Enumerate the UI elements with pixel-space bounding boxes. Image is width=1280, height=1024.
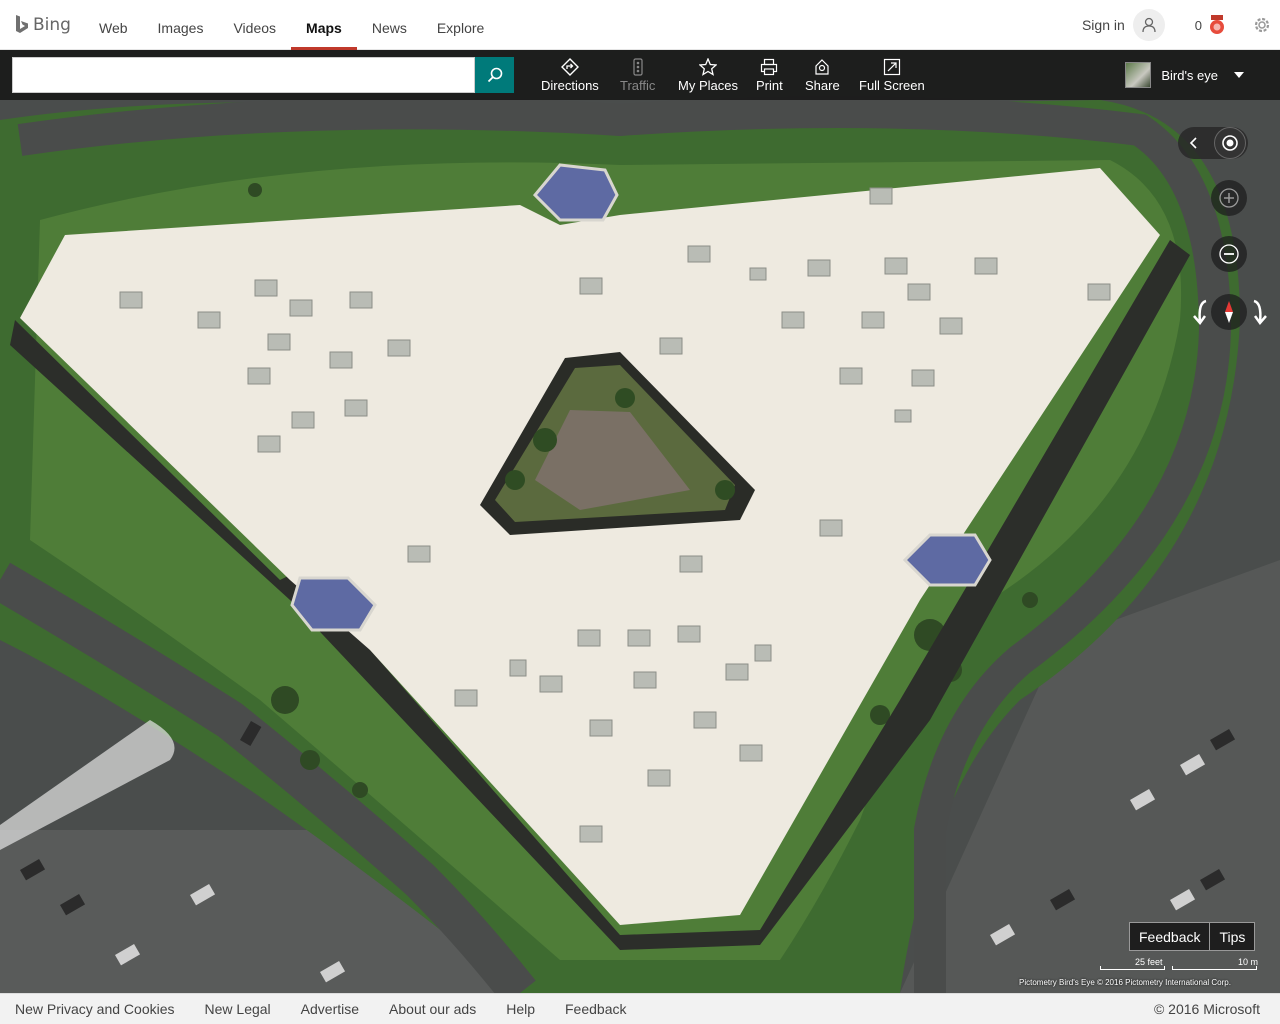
zoom-in-button[interactable] xyxy=(1211,180,1247,216)
search-icon xyxy=(487,67,502,83)
settings-gear-icon[interactable] xyxy=(1252,15,1272,35)
primary-nav: Web Images Videos Maps News Explore xyxy=(84,0,499,50)
bing-logo-icon xyxy=(16,15,28,33)
copyright: © 2016 Microsoft xyxy=(1153,1001,1260,1017)
bing-logo[interactable]: Bing xyxy=(15,14,71,36)
imagery-attribution: Pictometry Bird's Eye © 2016 Pictometry … xyxy=(1019,978,1231,987)
map-style-label: Bird's eye xyxy=(1161,67,1218,83)
directions-icon xyxy=(560,58,579,76)
brand-name: Bing xyxy=(33,15,71,35)
map-feedback-button[interactable]: Feedback xyxy=(1130,923,1209,950)
compass-button[interactable] xyxy=(1211,294,1247,330)
nav-maps[interactable]: Maps xyxy=(291,0,357,50)
directions-button[interactable]: Directions xyxy=(541,56,599,96)
print-button[interactable]: Print xyxy=(756,56,783,96)
user-icon xyxy=(1142,17,1156,33)
chevron-left-icon[interactable] xyxy=(1186,135,1202,151)
rotate-right-icon[interactable] xyxy=(1248,298,1272,326)
top-header: Bing Web Images Videos Maps News Explore… xyxy=(0,0,1280,50)
map-toolbar: Directions Traffic My Places Print Share xyxy=(0,50,1280,100)
star-icon xyxy=(698,58,717,76)
share-icon xyxy=(815,59,829,75)
rewards-count[interactable]: 0 xyxy=(1195,18,1202,33)
map-style-selector[interactable]: Bird's eye xyxy=(1125,62,1244,88)
footer-privacy-link[interactable]: New Privacy and Cookies xyxy=(15,1001,175,1017)
minus-icon xyxy=(1219,244,1239,264)
footer-feedback-link[interactable]: Feedback xyxy=(565,1001,626,1017)
locate-me-button[interactable] xyxy=(1214,127,1246,159)
feedback-tips-bar: Feedback Tips xyxy=(1129,922,1256,951)
scale-meters-bar xyxy=(1172,966,1257,970)
full-screen-button[interactable]: Full Screen xyxy=(859,56,925,96)
directions-label: Directions xyxy=(541,78,599,93)
search-button[interactable] xyxy=(475,57,514,93)
avatar[interactable] xyxy=(1132,9,1165,41)
zoom-out-button[interactable] xyxy=(1211,236,1247,272)
my-places-button[interactable]: My Places xyxy=(678,56,738,96)
chevron-down-icon xyxy=(1234,72,1244,78)
rotate-left-icon[interactable] xyxy=(1188,298,1212,326)
footer-about-ads-link[interactable]: About our ads xyxy=(389,1001,476,1017)
fullscreen-icon xyxy=(883,58,900,76)
print-icon xyxy=(761,58,778,76)
nav-explore[interactable]: Explore xyxy=(422,0,499,50)
map-canvas[interactable] xyxy=(0,50,1280,993)
footer-help-link[interactable]: Help xyxy=(506,1001,535,1017)
page-footer: New Privacy and Cookies New Legal Advert… xyxy=(0,993,1280,1024)
my-places-label: My Places xyxy=(678,78,738,93)
share-label: Share xyxy=(805,78,840,93)
tips-button[interactable]: Tips xyxy=(1210,923,1254,950)
print-label: Print xyxy=(756,78,783,93)
share-button[interactable]: Share xyxy=(805,56,840,96)
aerial-imagery xyxy=(0,50,1280,993)
birdseye-thumbnail xyxy=(1125,62,1152,88)
traffic-icon xyxy=(633,58,643,76)
locate-control xyxy=(1178,127,1248,159)
nav-news[interactable]: News xyxy=(357,0,422,50)
locate-icon xyxy=(1222,135,1238,151)
scale-feet-bar xyxy=(1100,966,1165,970)
traffic-label: Traffic xyxy=(620,78,656,93)
footer-legal-link[interactable]: New Legal xyxy=(205,1001,271,1017)
nav-images[interactable]: Images xyxy=(143,0,219,50)
rewards-medal-icon[interactable] xyxy=(1206,14,1228,36)
sign-in-link[interactable]: Sign in xyxy=(1082,17,1125,33)
full-screen-label: Full Screen xyxy=(859,78,925,93)
nav-videos[interactable]: Videos xyxy=(218,0,291,50)
footer-advertise-link[interactable]: Advertise xyxy=(301,1001,359,1017)
nav-web[interactable]: Web xyxy=(84,0,143,50)
compass-icon xyxy=(1225,301,1233,323)
traffic-button[interactable]: Traffic xyxy=(620,56,655,96)
search-input[interactable] xyxy=(12,57,475,93)
plus-icon xyxy=(1219,188,1239,208)
